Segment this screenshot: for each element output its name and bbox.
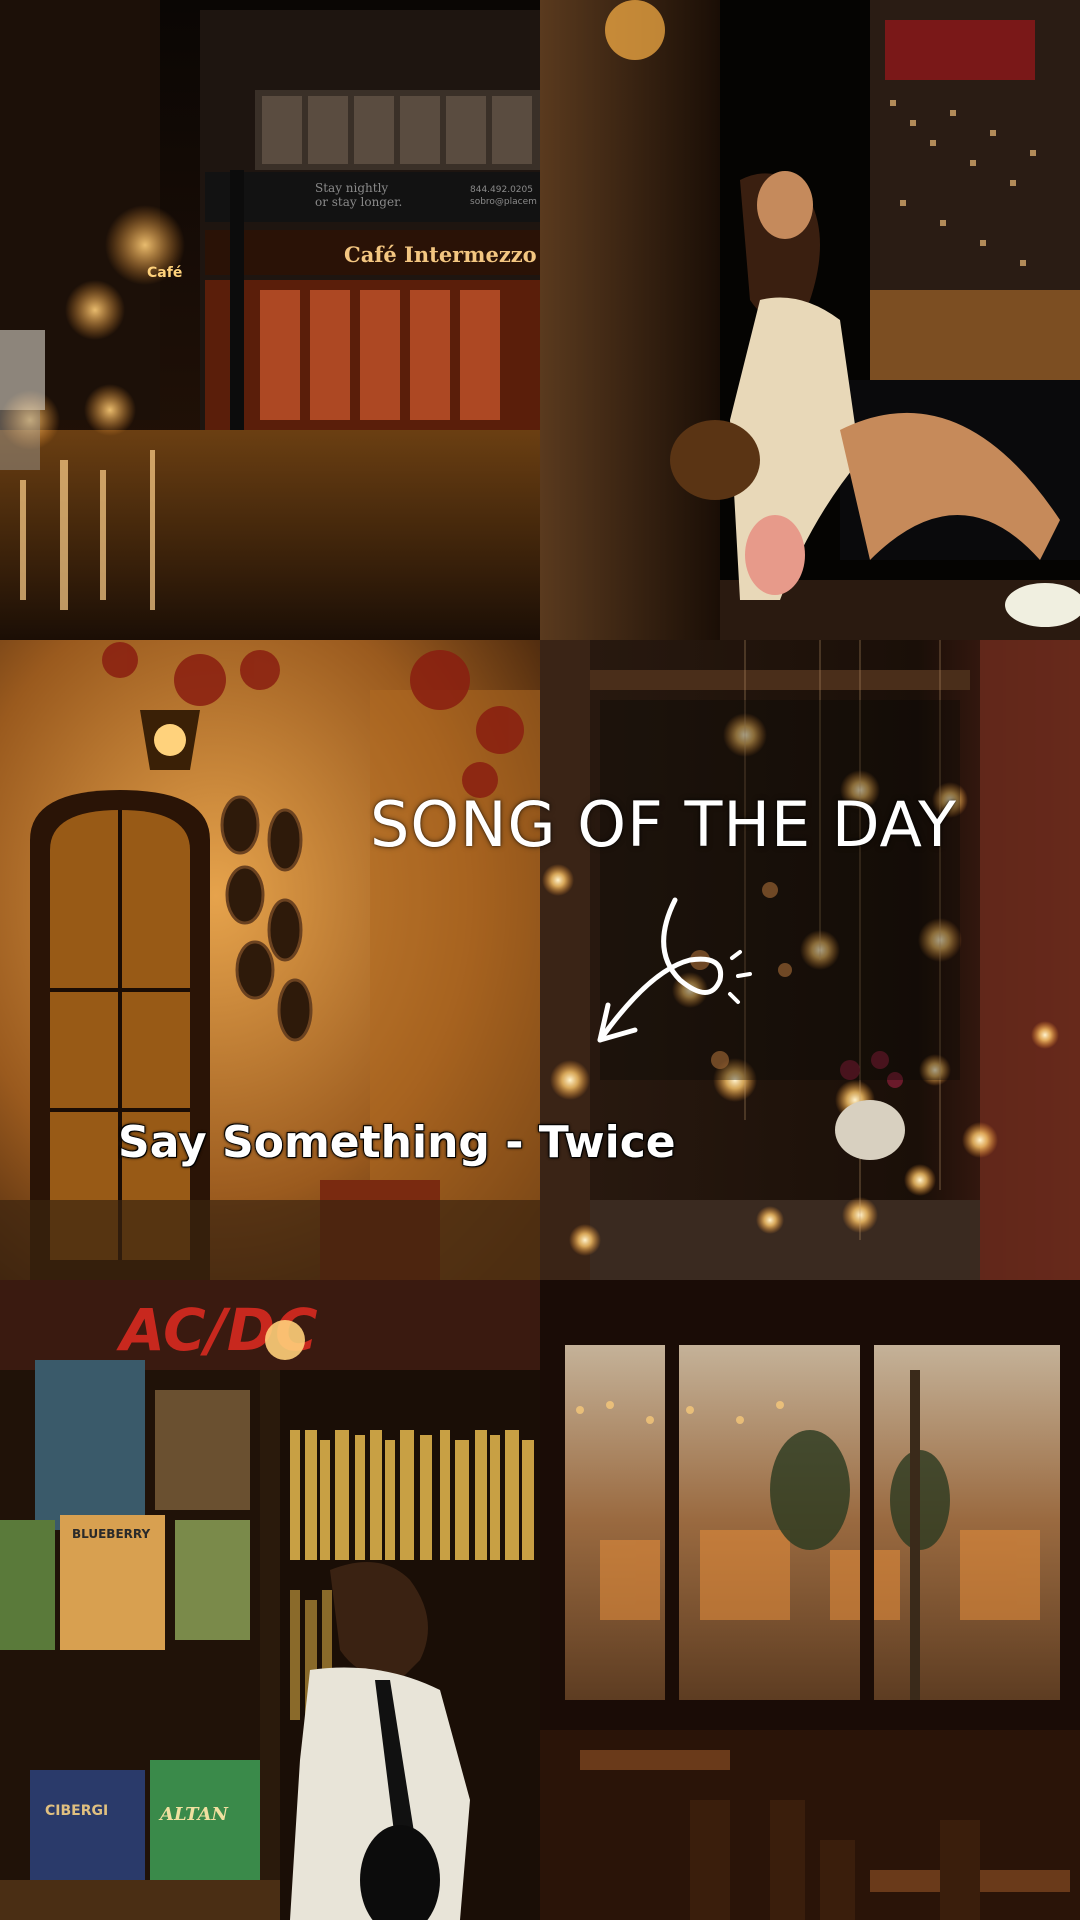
riverside-image	[540, 0, 1080, 640]
cafe-side-sign: Café	[147, 265, 182, 281]
photo-cafe-street: Café Intermezzo Café Stay nightly or sta…	[0, 0, 540, 640]
photo-riverside-night	[540, 0, 1080, 640]
bookshop-image: BLUEBERRY ALTAN CIBERGI AC/DC	[0, 1280, 540, 1920]
photo-collage: Café Intermezzo Café Stay nightly or sta…	[0, 0, 1080, 1920]
book-blueberry: BLUEBERRY	[72, 1527, 150, 1541]
photo-cafe-entrance	[0, 640, 540, 1280]
rainy-cafe-image	[540, 1280, 1080, 1920]
book-altan: ALTAN	[158, 1804, 230, 1825]
hand-drawn-arrow-icon	[597, 897, 752, 1043]
banner-line1: Stay nightly	[315, 181, 388, 195]
cafe-sign: Café Intermezzo	[344, 242, 537, 267]
book-cibergi: CIBERGI	[45, 1803, 108, 1819]
photo-bookshop: BLUEBERRY ALTAN CIBERGI AC/DC	[0, 1280, 540, 1920]
banner-phone: 844.492.0205	[470, 185, 533, 195]
banner-web: sobro@placem	[470, 197, 537, 207]
cafe-entrance-image	[0, 640, 540, 1280]
banner-line2: or stay longer.	[315, 195, 402, 209]
cafe-street-image: Café Intermezzo Café Stay nightly or sta…	[0, 0, 540, 640]
song-caption: Say Something - Twice	[117, 1116, 676, 1169]
song-of-the-day-title: SONG OF THE DAY	[370, 788, 957, 861]
photo-rainy-cafe	[540, 1280, 1080, 1920]
